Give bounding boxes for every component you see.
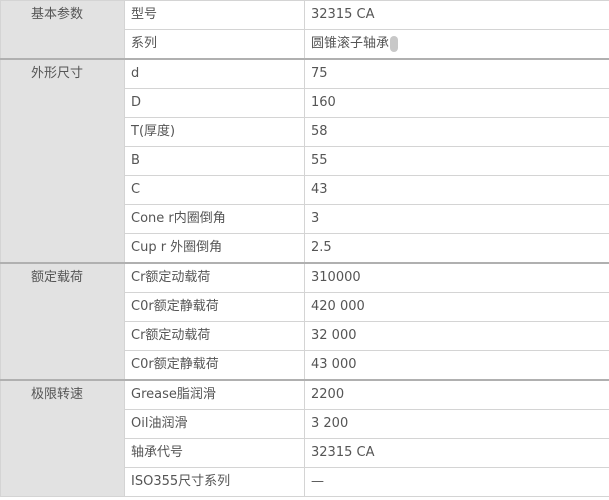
spec-value: 2200 [304,379,609,410]
group-heading-speed-limit: 极限转速 [0,379,125,497]
spec-label: Cup r 外圈倒角 [124,233,305,264]
spec-value: 2.5 [304,233,609,264]
spec-label: Cr额定动载荷 [124,262,305,293]
spec-value: 43 000 [304,350,609,381]
spec-label: T(厚度) [124,117,305,147]
spec-label: C0r额定静载荷 [124,350,305,381]
spec-value: 420 000 [304,292,609,322]
spec-value: 55 [304,146,609,176]
spec-label: ISO355尺寸系列 [124,467,305,497]
spec-label: 系列 [124,29,305,60]
spec-value: 75 [304,58,609,89]
spec-label: d [124,58,305,89]
group-heading-dimensions: 外形尺寸 [0,58,125,264]
spec-label: 型号 [124,0,305,30]
spec-label: Cr额定动载荷 [124,321,305,351]
spec-value: 3 [304,204,609,234]
spec-value: 32315 CA [304,0,609,30]
group-heading-rated-load: 额定载荷 [0,262,125,381]
spec-value: 32315 CA [304,438,609,468]
spec-label: C [124,175,305,205]
spec-value: — [304,467,609,497]
spec-value: 310000 [304,262,609,293]
spec-value-text: 圆锥滚子轴承 [311,36,390,51]
spec-label: C0r额定静载荷 [124,292,305,322]
group-heading-basic-params: 基本参数 [0,0,125,60]
spec-value: 3 200 [304,409,609,439]
spec-value: 58 [304,117,609,147]
spec-value: 圆锥滚子轴承 [304,29,609,60]
spec-label: Cone r内圈倒角 [124,204,305,234]
spec-row: 外形尺寸 d 75 [0,58,609,264]
spec-value: 32 000 [304,321,609,351]
spec-label: B [124,146,305,176]
text-cursor-blob [390,35,399,52]
spec-label: Oil油润滑 [124,409,305,439]
spec-label: 轴承代号 [124,438,305,468]
spec-label: D [124,88,305,118]
spec-value: 160 [304,88,609,118]
spec-row: 额定载荷 Cr额定动载荷 310000 [0,262,609,381]
bearing-spec-table: 基本参数 型号 32315 CA 系列 圆锥滚子轴承 外形尺寸 d 75 D 1… [0,0,609,497]
spec-row: 基本参数 型号 32315 CA [0,0,609,60]
spec-row: 极限转速 Grease脂润滑 2200 [0,379,609,497]
spec-label: Grease脂润滑 [124,379,305,410]
spec-value: 43 [304,175,609,205]
